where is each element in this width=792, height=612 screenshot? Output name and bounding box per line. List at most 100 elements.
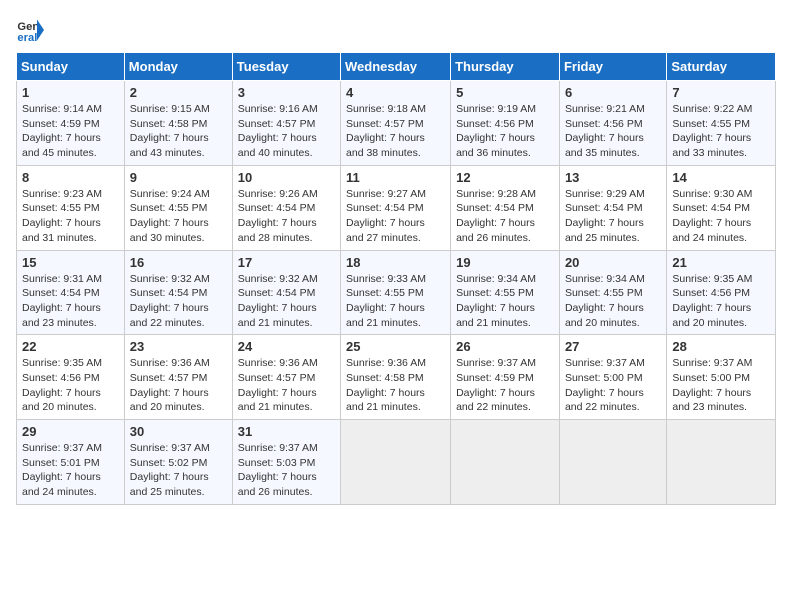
svg-text:Gen: Gen <box>17 21 39 33</box>
day-info: Sunrise: 9:37 AMSunset: 5:01 PMDaylight:… <box>22 441 119 500</box>
calendar-week-1: 8Sunrise: 9:23 AMSunset: 4:55 PMDaylight… <box>17 165 776 250</box>
day-number: 19 <box>456 255 554 270</box>
calendar-week-2: 15 Sunrise: 9:31 AMSunset: 4:54 PMDayligh… <box>17 250 776 335</box>
day-number: 15 <box>22 255 119 270</box>
calendar-cell <box>559 420 666 505</box>
day-info: Sunrise: 9:34 AMSunset: 4:55 PMDaylight:… <box>456 272 554 331</box>
calendar-cell: 17 Sunrise: 9:32 AMSunset: 4:54 PMDayligh… <box>232 250 340 335</box>
calendar-cell: 24 Sunrise: 9:36 AMSunset: 4:57 PMDayligh… <box>232 335 340 420</box>
header-row: SundayMondayTuesdayWednesdayThursdayFrid… <box>17 53 776 81</box>
day-info: Sunrise: 9:22 AMSunset: 4:55 PMDaylight:… <box>672 102 770 161</box>
day-number: 12 <box>456 170 554 185</box>
calendar-cell: 22 Sunrise: 9:35 AMSunset: 4:56 PMDayligh… <box>17 335 125 420</box>
day-number: 28 <box>672 339 770 354</box>
calendar-cell: 10 Sunrise: 9:26 AMSunset: 4:54 PMDayligh… <box>232 165 340 250</box>
day-info: Sunrise: 9:27 AMSunset: 4:54 PMDaylight:… <box>346 187 445 246</box>
calendar-cell: 30 Sunrise: 9:37 AMSunset: 5:02 PMDayligh… <box>124 420 232 505</box>
calendar-cell: 14Sunrise: 9:30 AMSunset: 4:54 PMDayligh… <box>667 165 776 250</box>
calendar-cell: 3 Sunrise: 9:16 AMSunset: 4:57 PMDaylight… <box>232 81 340 166</box>
calendar-cell: 7 Sunrise: 9:22 AMSunset: 4:55 PMDaylight… <box>667 81 776 166</box>
day-info: Sunrise: 9:28 AMSunset: 4:54 PMDaylight:… <box>456 187 554 246</box>
day-number: 7 <box>672 85 770 100</box>
svg-text:eral: eral <box>17 32 37 44</box>
day-info: Sunrise: 9:24 AMSunset: 4:55 PMDaylight:… <box>130 187 227 246</box>
day-info: Sunrise: 9:36 AMSunset: 4:57 PMDaylight:… <box>238 356 335 415</box>
day-info: Sunrise: 9:36 AMSunset: 4:57 PMDaylight:… <box>130 356 227 415</box>
day-number: 26 <box>456 339 554 354</box>
day-number: 10 <box>238 170 335 185</box>
calendar-header: SundayMondayTuesdayWednesdayThursdayFrid… <box>17 53 776 81</box>
calendar-cell: 4 Sunrise: 9:18 AMSunset: 4:57 PMDaylight… <box>341 81 451 166</box>
day-number: 14 <box>672 170 770 185</box>
day-number: 27 <box>565 339 661 354</box>
day-number: 24 <box>238 339 335 354</box>
calendar-cell: 16 Sunrise: 9:32 AMSunset: 4:54 PMDayligh… <box>124 250 232 335</box>
day-info: Sunrise: 9:35 AMSunset: 4:56 PMDaylight:… <box>672 272 770 331</box>
day-info: Sunrise: 9:37 AMSunset: 4:59 PMDaylight:… <box>456 356 554 415</box>
calendar-cell <box>341 420 451 505</box>
day-info: Sunrise: 9:37 AMSunset: 5:00 PMDaylight:… <box>672 356 770 415</box>
calendar-cell: 21 Sunrise: 9:35 AMSunset: 4:56 PMDayligh… <box>667 250 776 335</box>
day-info: Sunrise: 9:37 AMSunset: 5:03 PMDaylight:… <box>238 441 335 500</box>
calendar-cell <box>451 420 560 505</box>
day-number: 17 <box>238 255 335 270</box>
day-number: 3 <box>238 85 335 100</box>
calendar-table: SundayMondayTuesdayWednesdayThursdayFrid… <box>16 52 776 505</box>
logo-icon: Gen eral <box>16 16 44 44</box>
day-info: Sunrise: 9:35 AMSunset: 4:56 PMDaylight:… <box>22 356 119 415</box>
calendar-cell: 23Sunrise: 9:36 AMSunset: 4:57 PMDayligh… <box>124 335 232 420</box>
day-info: Sunrise: 9:19 AMSunset: 4:56 PMDaylight:… <box>456 102 554 161</box>
calendar-cell: 15 Sunrise: 9:31 AMSunset: 4:54 PMDayligh… <box>17 250 125 335</box>
header-monday: Monday <box>124 53 232 81</box>
day-number: 6 <box>565 85 661 100</box>
day-info: Sunrise: 9:37 AMSunset: 5:02 PMDaylight:… <box>130 441 227 500</box>
calendar-cell <box>667 420 776 505</box>
day-info: Sunrise: 9:33 AMSunset: 4:55 PMDaylight:… <box>346 272 445 331</box>
calendar-cell: 18Sunrise: 9:33 AMSunset: 4:55 PMDayligh… <box>341 250 451 335</box>
day-number: 21 <box>672 255 770 270</box>
day-number: 25 <box>346 339 445 354</box>
day-number: 22 <box>22 339 119 354</box>
day-info: Sunrise: 9:29 AMSunset: 4:54 PMDaylight:… <box>565 187 661 246</box>
logo: Gen eral <box>16 16 48 44</box>
day-info: Sunrise: 9:32 AMSunset: 4:54 PMDaylight:… <box>238 272 335 331</box>
header-friday: Friday <box>559 53 666 81</box>
day-number: 4 <box>346 85 445 100</box>
header-tuesday: Tuesday <box>232 53 340 81</box>
header-sunday: Sunday <box>17 53 125 81</box>
calendar-cell: 28 Sunrise: 9:37 AMSunset: 5:00 PMDayligh… <box>667 335 776 420</box>
calendar-week-0: 1Sunrise: 9:14 AMSunset: 4:59 PMDaylight… <box>17 81 776 166</box>
calendar-body: 1Sunrise: 9:14 AMSunset: 4:59 PMDaylight… <box>17 81 776 505</box>
calendar-cell: 8Sunrise: 9:23 AMSunset: 4:55 PMDaylight… <box>17 165 125 250</box>
day-info: Sunrise: 9:31 AMSunset: 4:54 PMDaylight:… <box>22 272 119 331</box>
calendar-cell: 31Sunrise: 9:37 AMSunset: 5:03 PMDayligh… <box>232 420 340 505</box>
calendar-cell: 25Sunrise: 9:36 AMSunset: 4:58 PMDayligh… <box>341 335 451 420</box>
day-number: 13 <box>565 170 661 185</box>
day-number: 5 <box>456 85 554 100</box>
day-info: Sunrise: 9:14 AMSunset: 4:59 PMDaylight:… <box>22 102 119 161</box>
day-number: 11 <box>346 170 445 185</box>
day-info: Sunrise: 9:16 AMSunset: 4:57 PMDaylight:… <box>238 102 335 161</box>
calendar-cell: 9 Sunrise: 9:24 AMSunset: 4:55 PMDaylight… <box>124 165 232 250</box>
calendar-cell: 2 Sunrise: 9:15 AMSunset: 4:58 PMDaylight… <box>124 81 232 166</box>
day-info: Sunrise: 9:26 AMSunset: 4:54 PMDaylight:… <box>238 187 335 246</box>
calendar-cell: 20Sunrise: 9:34 AMSunset: 4:55 PMDayligh… <box>559 250 666 335</box>
calendar-cell: 1Sunrise: 9:14 AMSunset: 4:59 PMDaylight… <box>17 81 125 166</box>
calendar-cell: 5 Sunrise: 9:19 AMSunset: 4:56 PMDaylight… <box>451 81 560 166</box>
day-number: 9 <box>130 170 227 185</box>
day-info: Sunrise: 9:23 AMSunset: 4:55 PMDaylight:… <box>22 187 119 246</box>
calendar-cell: 27Sunrise: 9:37 AMSunset: 5:00 PMDayligh… <box>559 335 666 420</box>
calendar-cell: 26 Sunrise: 9:37 AMSunset: 4:59 PMDayligh… <box>451 335 560 420</box>
calendar-cell: 29Sunrise: 9:37 AMSunset: 5:01 PMDayligh… <box>17 420 125 505</box>
day-number: 2 <box>130 85 227 100</box>
calendar-cell: 12 Sunrise: 9:28 AMSunset: 4:54 PMDayligh… <box>451 165 560 250</box>
page-header: Gen eral <box>16 16 776 44</box>
day-info: Sunrise: 9:15 AMSunset: 4:58 PMDaylight:… <box>130 102 227 161</box>
header-wednesday: Wednesday <box>341 53 451 81</box>
header-thursday: Thursday <box>451 53 560 81</box>
day-info: Sunrise: 9:18 AMSunset: 4:57 PMDaylight:… <box>346 102 445 161</box>
day-info: Sunrise: 9:32 AMSunset: 4:54 PMDaylight:… <box>130 272 227 331</box>
day-number: 16 <box>130 255 227 270</box>
day-info: Sunrise: 9:34 AMSunset: 4:55 PMDaylight:… <box>565 272 661 331</box>
day-number: 30 <box>130 424 227 439</box>
